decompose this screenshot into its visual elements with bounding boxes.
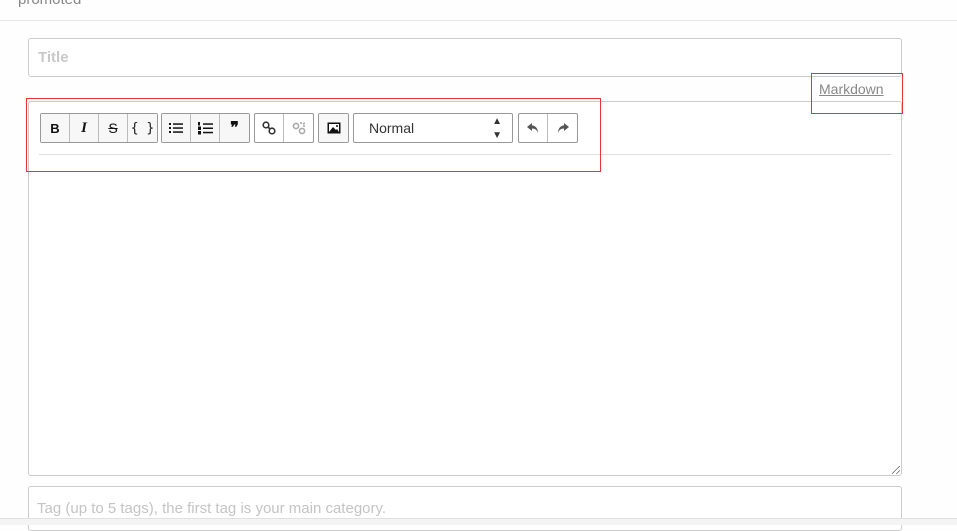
history-group [518,113,578,143]
title-input[interactable] [28,38,902,77]
format-select-value: Normal [369,120,415,136]
bullet-list-button[interactable] [162,114,191,142]
strikethrough-button[interactable]: S [99,114,128,142]
strikethrough-icon: S [108,120,118,136]
text-style-group: B I S { } [40,113,158,143]
bold-icon: B [50,120,60,136]
bullet-list-icon [169,123,183,133]
media-group [318,113,349,143]
ordered-list-icon [197,121,213,134]
divider [0,20,957,21]
redo-icon [557,123,569,133]
format-select[interactable]: Normal ▲ ▼ [353,113,513,143]
rich-text-editor[interactable]: B I S { } ❞ Normal ▲ ▼ [28,101,902,476]
undo-icon [527,123,538,133]
link-icon [262,121,276,135]
italic-button[interactable]: I [70,114,99,142]
list-group: ❞ [161,113,250,143]
redo-button[interactable] [548,114,577,142]
link-group [254,113,314,143]
undo-button[interactable] [519,114,548,142]
select-arrows-icon: ▲ ▼ [492,116,502,141]
link-button[interactable] [255,114,284,142]
code-icon: { } [130,120,155,136]
italic-icon: I [81,119,87,136]
ordered-list-button[interactable] [191,114,220,142]
quote-icon: ❞ [230,120,239,137]
image-icon [327,122,340,134]
toolbar-divider [39,154,891,155]
image-button[interactable] [319,114,348,142]
bottom-bar [0,518,957,525]
unlink-icon [292,122,305,135]
blockquote-button[interactable]: ❞ [220,114,249,142]
code-button[interactable]: { } [128,114,157,142]
markdown-link[interactable]: Markdown [819,81,884,97]
unlink-button[interactable] [284,114,313,142]
bold-button[interactable]: B [41,114,70,142]
resize-handle-icon[interactable] [892,466,900,474]
promoted-label: promoted [18,0,81,8]
